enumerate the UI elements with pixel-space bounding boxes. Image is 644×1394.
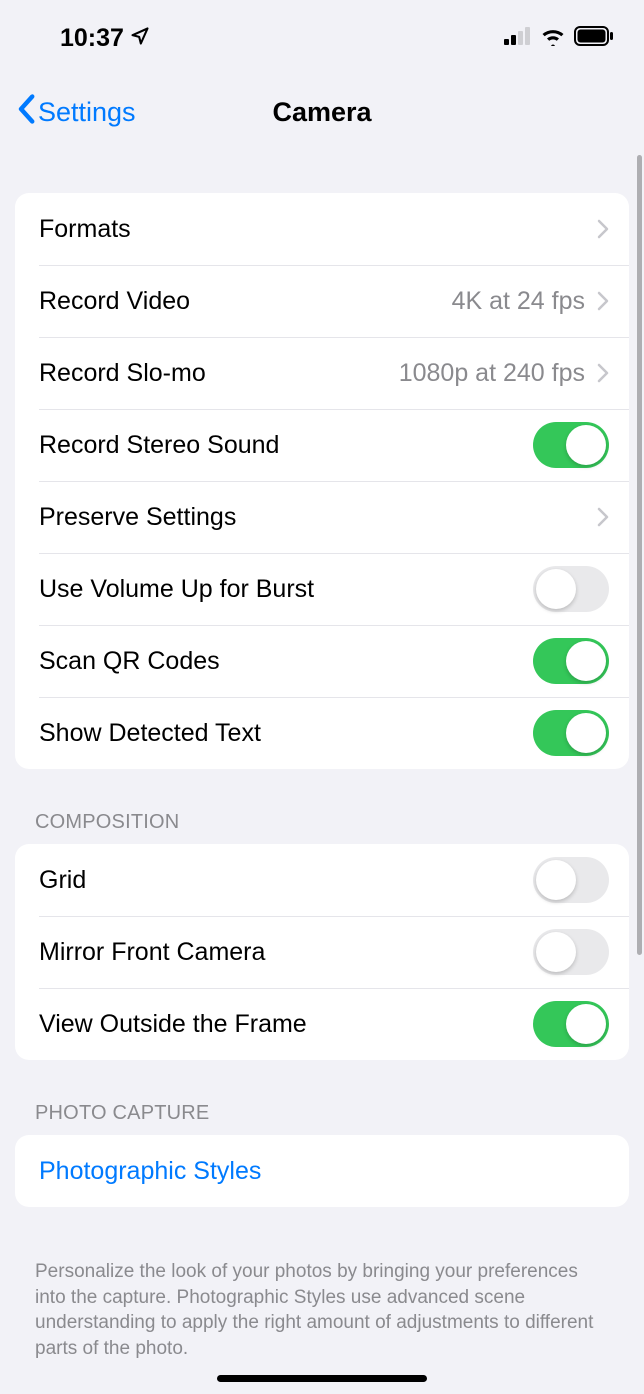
row-label: Mirror Front Camera <box>39 938 265 967</box>
page-title: Camera <box>272 97 371 128</box>
row-label: Record Slo-mo <box>39 359 206 388</box>
toggle-scan-qr-codes[interactable] <box>533 638 609 684</box>
wifi-icon <box>540 26 566 51</box>
battery-icon <box>574 26 614 51</box>
status-icons <box>504 26 614 51</box>
scroll-indicator[interactable] <box>637 155 642 955</box>
time-text: 10:37 <box>60 24 124 53</box>
settings-group-photo-capture: Photographic Styles <box>15 1135 629 1207</box>
status-time: 10:37 <box>60 24 150 53</box>
row-formats[interactable]: Formats <box>15 193 629 265</box>
row-label: Record Video <box>39 287 190 316</box>
row-value: 1080p at 240 fps <box>399 359 585 388</box>
row-record-stereo-sound: Record Stereo Sound <box>15 409 629 481</box>
chevron-right-icon <box>597 507 609 527</box>
toggle-record-stereo-sound[interactable] <box>533 422 609 468</box>
row-label: Formats <box>39 215 131 244</box>
row-photographic-styles[interactable]: Photographic Styles <box>15 1135 629 1207</box>
chevron-right-icon <box>597 363 609 383</box>
chevron-right-icon <box>597 291 609 311</box>
section-footer-photo-capture: Personalize the look of your photos by b… <box>15 1249 629 1362</box>
toggle-volume-up-burst[interactable] <box>533 566 609 612</box>
row-preserve-settings[interactable]: Preserve Settings <box>15 481 629 553</box>
toggle-view-outside-frame[interactable] <box>533 1001 609 1047</box>
row-mirror-front-camera: Mirror Front Camera <box>15 916 629 988</box>
row-label: Use Volume Up for Burst <box>39 575 314 604</box>
row-value: 4K at 24 fps <box>452 287 585 316</box>
section-header-photo-capture: PHOTO CAPTURE <box>15 1102 629 1135</box>
row-label: Grid <box>39 866 86 895</box>
row-label: Scan QR Codes <box>39 647 220 676</box>
back-button[interactable]: Settings <box>16 94 136 130</box>
row-label: Record Stereo Sound <box>39 431 279 460</box>
chevron-left-icon <box>16 94 36 130</box>
chevron-right-icon <box>597 219 609 239</box>
row-view-outside-frame: View Outside the Frame <box>15 988 629 1060</box>
navigation-bar: Settings Camera <box>0 58 644 138</box>
home-indicator[interactable] <box>217 1375 427 1382</box>
row-scan-qr-codes: Scan QR Codes <box>15 625 629 697</box>
content: Formats Record Video 4K at 24 fps Record… <box>0 138 644 1362</box>
toggle-mirror-front-camera[interactable] <box>533 929 609 975</box>
row-label: Preserve Settings <box>39 503 236 532</box>
row-record-slomo[interactable]: Record Slo-mo 1080p at 240 fps <box>15 337 629 409</box>
row-label: Show Detected Text <box>39 719 261 748</box>
back-label: Settings <box>38 97 136 128</box>
row-label: View Outside the Frame <box>39 1010 307 1039</box>
location-icon <box>130 24 150 53</box>
row-show-detected-text: Show Detected Text <box>15 697 629 769</box>
toggle-grid[interactable] <box>533 857 609 903</box>
cellular-icon <box>504 27 532 50</box>
settings-group-main: Formats Record Video 4K at 24 fps Record… <box>15 193 629 769</box>
row-grid: Grid <box>15 844 629 916</box>
row-volume-up-burst: Use Volume Up for Burst <box>15 553 629 625</box>
status-bar: 10:37 <box>0 0 644 58</box>
section-header-composition: COMPOSITION <box>15 811 629 844</box>
row-record-video[interactable]: Record Video 4K at 24 fps <box>15 265 629 337</box>
toggle-show-detected-text[interactable] <box>533 710 609 756</box>
row-label: Photographic Styles <box>39 1157 261 1186</box>
settings-group-composition: Grid Mirror Front Camera View Outside th… <box>15 844 629 1060</box>
